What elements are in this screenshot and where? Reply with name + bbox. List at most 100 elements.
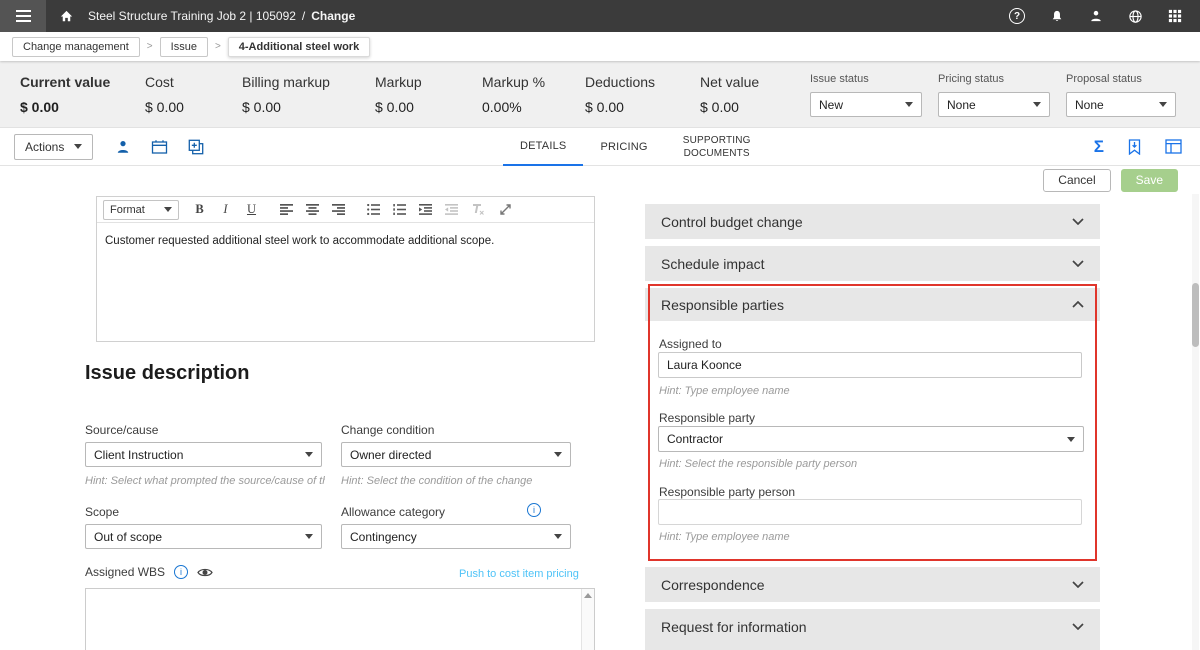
assign-person-icon[interactable] (115, 139, 131, 155)
chevron-down-icon (1072, 581, 1084, 588)
breadcrumb-change-management[interactable]: Change management (12, 37, 140, 57)
responsible-party-person-label: Responsible party person (659, 485, 795, 499)
align-center-icon[interactable] (301, 200, 324, 220)
metric-label: Deductions (585, 74, 655, 90)
rich-text-editor[interactable]: Format B I U (96, 196, 595, 342)
issue-description-text[interactable]: Customer requested additional steel work… (97, 223, 594, 259)
chevron-down-icon (1072, 623, 1084, 630)
responsible-party-person-input[interactable] (658, 499, 1082, 525)
detail-tabs: DETAILS PRICING SUPPORTING DOCUMENTS (503, 128, 769, 166)
proposal-status-dropdown[interactable]: None (1066, 92, 1176, 117)
breadcrumb-separator: > (215, 41, 221, 52)
snapshot-frame-icon[interactable] (151, 139, 168, 155)
help-icon[interactable]: ? (1009, 8, 1025, 24)
numbered-list-icon[interactable] (388, 200, 411, 220)
metric-value: $ 0.00 (242, 99, 330, 115)
push-to-cost-item-pricing-link[interactable]: Push to cost item pricing (459, 568, 579, 580)
assigned-to-label: Assigned to (659, 337, 722, 351)
pricing-status-dropdown[interactable]: None (938, 92, 1050, 117)
chevron-down-icon (554, 452, 562, 457)
panel-request-for-information[interactable]: Request for information (645, 609, 1100, 644)
tab-details[interactable]: DETAILS (503, 128, 583, 166)
panel-partial-next[interactable] (645, 644, 1100, 650)
pricing-status-field: Pricing status None (938, 73, 1050, 117)
hamburger-menu-icon[interactable] (0, 0, 46, 32)
change-condition-hint: Hint: Select the condition of the change (341, 475, 576, 487)
scroll-up-arrow-icon[interactable] (584, 593, 592, 598)
change-condition-dropdown[interactable]: Owner directed (341, 442, 571, 467)
notifications-bell-icon[interactable] (1050, 9, 1064, 24)
allowance-info-icon[interactable]: i (527, 503, 541, 517)
chevron-up-icon (1072, 301, 1084, 308)
metric-current-value: Current value $ 0.00 (20, 74, 110, 115)
forms-table-icon[interactable] (1165, 139, 1182, 154)
allowance-category-dropdown[interactable]: Contingency (341, 524, 571, 549)
tab-pricing[interactable]: PRICING (583, 128, 664, 166)
window-title: Steel Structure Training Job 2 | 105092 … (88, 9, 355, 23)
profile-icon[interactable] (1089, 9, 1103, 23)
metric-label: Markup % (482, 74, 545, 90)
clear-format-icon[interactable] (466, 200, 489, 220)
align-right-icon[interactable] (327, 200, 350, 220)
breadcrumb-separator: > (147, 41, 153, 52)
panel-title: Responsible parties (661, 297, 784, 313)
eye-icon[interactable] (197, 567, 213, 578)
scrollbar-thumb[interactable] (1192, 283, 1199, 347)
sigma-totals-icon[interactable]: Σ (1094, 137, 1104, 157)
bold-icon[interactable]: B (188, 200, 211, 220)
responsible-party-label: Responsible party (659, 411, 755, 425)
actions-dropdown-button[interactable]: Actions (14, 134, 93, 160)
align-left-icon[interactable] (275, 200, 298, 220)
italic-icon[interactable]: I (214, 200, 237, 220)
indent-decrease-icon[interactable] (440, 200, 463, 220)
save-button[interactable]: Save (1121, 169, 1178, 192)
assigned-wbs-textarea[interactable] (85, 588, 595, 650)
chevron-down-icon (74, 144, 82, 149)
panel-schedule-impact[interactable]: Schedule impact (645, 246, 1100, 281)
bookmark-import-icon[interactable] (1128, 139, 1141, 155)
assigned-to-input[interactable] (658, 352, 1082, 378)
breadcrumb-current-issue-tab[interactable]: 4-Additional steel work (228, 37, 370, 57)
responsible-party-dropdown[interactable]: Contractor (658, 426, 1084, 452)
toolbar-icon-group (115, 139, 204, 155)
bullet-list-icon[interactable] (362, 200, 385, 220)
project-title: Steel Structure Training Job 2 | 105092 (88, 9, 296, 23)
source-cause-hint: Hint: Select what prompted the source/ca… (85, 475, 325, 487)
page-scrollbar[interactable] (1192, 194, 1199, 650)
tab-supporting-documents[interactable]: SUPPORTING DOCUMENTS (665, 128, 769, 166)
title-separator: / (302, 9, 305, 23)
metric-label: Cost (145, 74, 184, 90)
metric-markup-pct: Markup % 0.00% (482, 74, 545, 115)
assigned-wbs-info-icon[interactable]: i (174, 565, 188, 579)
change-condition-label: Change condition (341, 423, 434, 437)
responsible-parties-body: Assigned to Hint: Type employee name Res… (645, 321, 1100, 561)
chevron-down-icon (1033, 102, 1041, 107)
underline-icon[interactable]: U (240, 200, 263, 220)
home-icon[interactable] (59, 9, 74, 24)
textarea-scrollbar[interactable] (581, 589, 594, 650)
source-cause-dropdown[interactable]: Client Instruction (85, 442, 322, 467)
panel-correspondence[interactable]: Correspondence (645, 567, 1100, 602)
format-dropdown[interactable]: Format (103, 200, 179, 220)
metric-value: $ 0.00 (585, 99, 655, 115)
copy-add-icon[interactable] (188, 139, 204, 155)
issue-status-dropdown[interactable]: New (810, 92, 922, 117)
chevron-down-icon (164, 207, 172, 212)
cancel-button[interactable]: Cancel (1043, 169, 1110, 192)
editor-toolbar: Format B I U (97, 197, 594, 223)
status-label: Pricing status (938, 73, 1050, 85)
panel-responsible-parties[interactable]: Responsible parties (645, 288, 1100, 321)
metric-label: Markup (375, 74, 422, 90)
expand-editor-icon[interactable] (494, 200, 517, 220)
scope-dropdown[interactable]: Out of scope (85, 524, 322, 549)
panel-title: Request for information (661, 619, 807, 635)
right-panel-column: Control budget change Schedule impact Re… (645, 194, 1100, 650)
globe-icon[interactable] (1128, 9, 1143, 24)
indent-increase-icon[interactable] (414, 200, 437, 220)
breadcrumb-issue[interactable]: Issue (160, 37, 208, 57)
format-label: Format (110, 204, 145, 216)
allowance-category-label: Allowance category (341, 505, 445, 519)
panel-title: Schedule impact (661, 256, 765, 272)
panel-control-budget-change[interactable]: Control budget change (645, 204, 1100, 239)
apps-grid-icon[interactable] (1168, 9, 1182, 23)
